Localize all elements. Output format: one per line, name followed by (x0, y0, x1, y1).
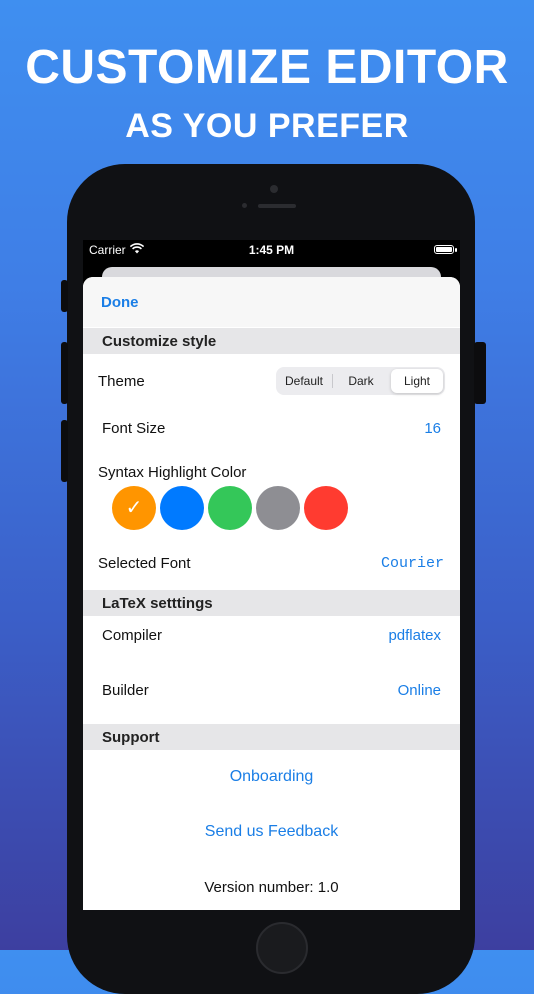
battery-icon (434, 245, 454, 254)
volume-up-button (61, 342, 68, 404)
mute-switch (61, 280, 68, 312)
sheet-navbar: Done (83, 277, 460, 327)
color-swatch-gray[interactable] (256, 486, 300, 530)
theme-option-light[interactable]: Light (390, 367, 444, 395)
section-header-customize-style: Customize style (83, 328, 460, 354)
theme-option-dark[interactable]: Dark (333, 367, 389, 395)
builder-value[interactable]: Online (398, 682, 441, 699)
send-feedback-link[interactable]: Send us Feedback (83, 823, 460, 841)
section-title: Customize style (102, 333, 217, 350)
promo-headline: CUSTOMIZE EDITOR (25, 41, 509, 94)
earpiece-speaker (258, 204, 296, 208)
section-title: Support (102, 729, 160, 746)
color-swatch-blue[interactable] (160, 486, 204, 530)
color-swatch-orange[interactable]: ✓ (112, 486, 156, 530)
compiler-value[interactable]: pdflatex (388, 627, 441, 644)
proximity-sensor (242, 203, 247, 208)
syntax-highlight-label: Syntax Highlight Color (98, 464, 247, 481)
version-number-text: Version number: 1.0 (204, 879, 339, 896)
status-time: 1:45 PM (248, 243, 295, 257)
font-size-value[interactable]: 16 (424, 420, 441, 437)
promo-subheadline: AS YOU PREFER (125, 107, 409, 145)
front-camera (270, 185, 278, 193)
section-header-support: Support (83, 724, 460, 750)
font-size-label: Font Size (102, 420, 166, 437)
theme-segmented-control: Default Dark Light (276, 367, 445, 395)
battery-tip (455, 248, 457, 252)
section-title: LaTeX setttings (102, 595, 213, 612)
theme-option-default[interactable]: Default (276, 367, 332, 395)
color-swatch-green[interactable] (208, 486, 252, 530)
color-swatch-red[interactable] (304, 486, 348, 530)
checkmark-icon: ✓ (125, 497, 143, 519)
builder-label: Builder (102, 682, 149, 699)
power-button (474, 342, 486, 404)
theme-label: Theme (98, 373, 145, 390)
selected-font-label: Selected Font (98, 555, 191, 572)
done-button[interactable]: Done (101, 294, 139, 311)
selected-font-value[interactable]: Courier (381, 555, 444, 572)
status-bar: Carrier 1:45 PM (83, 240, 460, 260)
volume-down-button (61, 420, 68, 482)
section-header-latex-settings: LaTeX setttings (83, 590, 460, 616)
home-button[interactable] (256, 922, 308, 974)
compiler-label: Compiler (102, 627, 163, 644)
onboarding-link[interactable]: Onboarding (83, 768, 460, 786)
phone-screen: Carrier 1:45 PM Done Customize style The… (83, 240, 460, 910)
settings-sheet: Done Customize style Theme Default Dark … (83, 277, 460, 910)
